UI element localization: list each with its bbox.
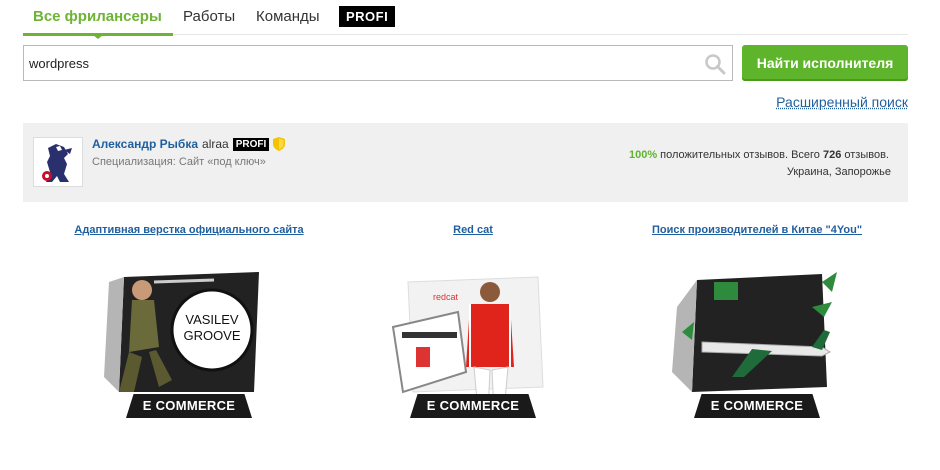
avatar[interactable] — [33, 137, 83, 187]
portfolio-item: Адаптивная верстка официального сайта VA… — [64, 224, 314, 418]
active-tab-notch — [93, 35, 103, 39]
search-icon[interactable] — [704, 53, 726, 75]
freelancer-card: Александр Рыбка alraa PROFI Специализаци… — [23, 123, 908, 202]
portfolio-title-link[interactable]: Red cat — [348, 224, 598, 236]
lion-logo-icon — [34, 138, 82, 186]
portfolio-title-link[interactable]: Адаптивная верстка официального сайта — [64, 224, 314, 236]
reviews-summary: 100% положительных отзывов. Всего 726 от… — [629, 149, 889, 161]
tab-profi[interactable]: PROFI — [339, 6, 396, 27]
e-commerce-banner: E COMMERCE — [410, 394, 536, 418]
tab-teams[interactable]: Команды — [256, 8, 320, 25]
reviews-percent: 100% — [628, 149, 658, 161]
portfolio-thumbnail[interactable]: VASILEV GROOVE E COMMERCE — [104, 252, 274, 422]
e-commerce-banner: E COMMERCE — [126, 394, 252, 418]
tab-works[interactable]: Работы — [183, 8, 235, 25]
tab-bar: Все фрилансеры Работы Команды PROFI — [23, 0, 908, 36]
freelancer-login: alraa — [202, 137, 229, 151]
svg-text:GROOVE: GROOVE — [183, 328, 240, 343]
reviews-count: 726 — [822, 149, 842, 161]
advanced-search-link[interactable]: Расширенный поиск — [776, 94, 908, 110]
freelancer-name-row: Александр Рыбка alraa PROFI — [92, 137, 286, 151]
portfolio-thumbnail[interactable]: redcat E COMMERCE — [388, 252, 558, 422]
specialization: Специализация: Сайт «под ключ» — [92, 156, 266, 168]
reviews-text: положительных отзывов. Всего — [657, 149, 823, 161]
svg-text:redcat: redcat — [433, 292, 459, 302]
search-box — [23, 45, 733, 81]
e-commerce-banner: E COMMERCE — [694, 394, 820, 418]
portfolio-item: Red cat redcat E COMMERCE — [348, 224, 598, 418]
freelancer-name-link[interactable]: Александр Рыбка — [92, 137, 198, 151]
location: Украина, Запорожье — [786, 166, 891, 178]
reviews-text-end: отзывов. — [841, 149, 889, 161]
profi-badge: PROFI — [232, 137, 270, 151]
find-freelancer-button[interactable]: Найти исполнителя — [742, 45, 908, 81]
verified-shield-icon — [273, 137, 286, 151]
portfolio-item: Поиск производителей в Китае "4You" E CO… — [632, 224, 882, 418]
search-input[interactable] — [29, 46, 689, 80]
portfolio-title-link[interactable]: Поиск производителей в Китае "4You" — [632, 224, 882, 236]
svg-text:VASILEV: VASILEV — [185, 312, 239, 327]
tab-all-freelancers[interactable]: Все фрилансеры — [33, 8, 162, 25]
portfolio-thumbnail[interactable]: E COMMERCE — [672, 252, 842, 422]
